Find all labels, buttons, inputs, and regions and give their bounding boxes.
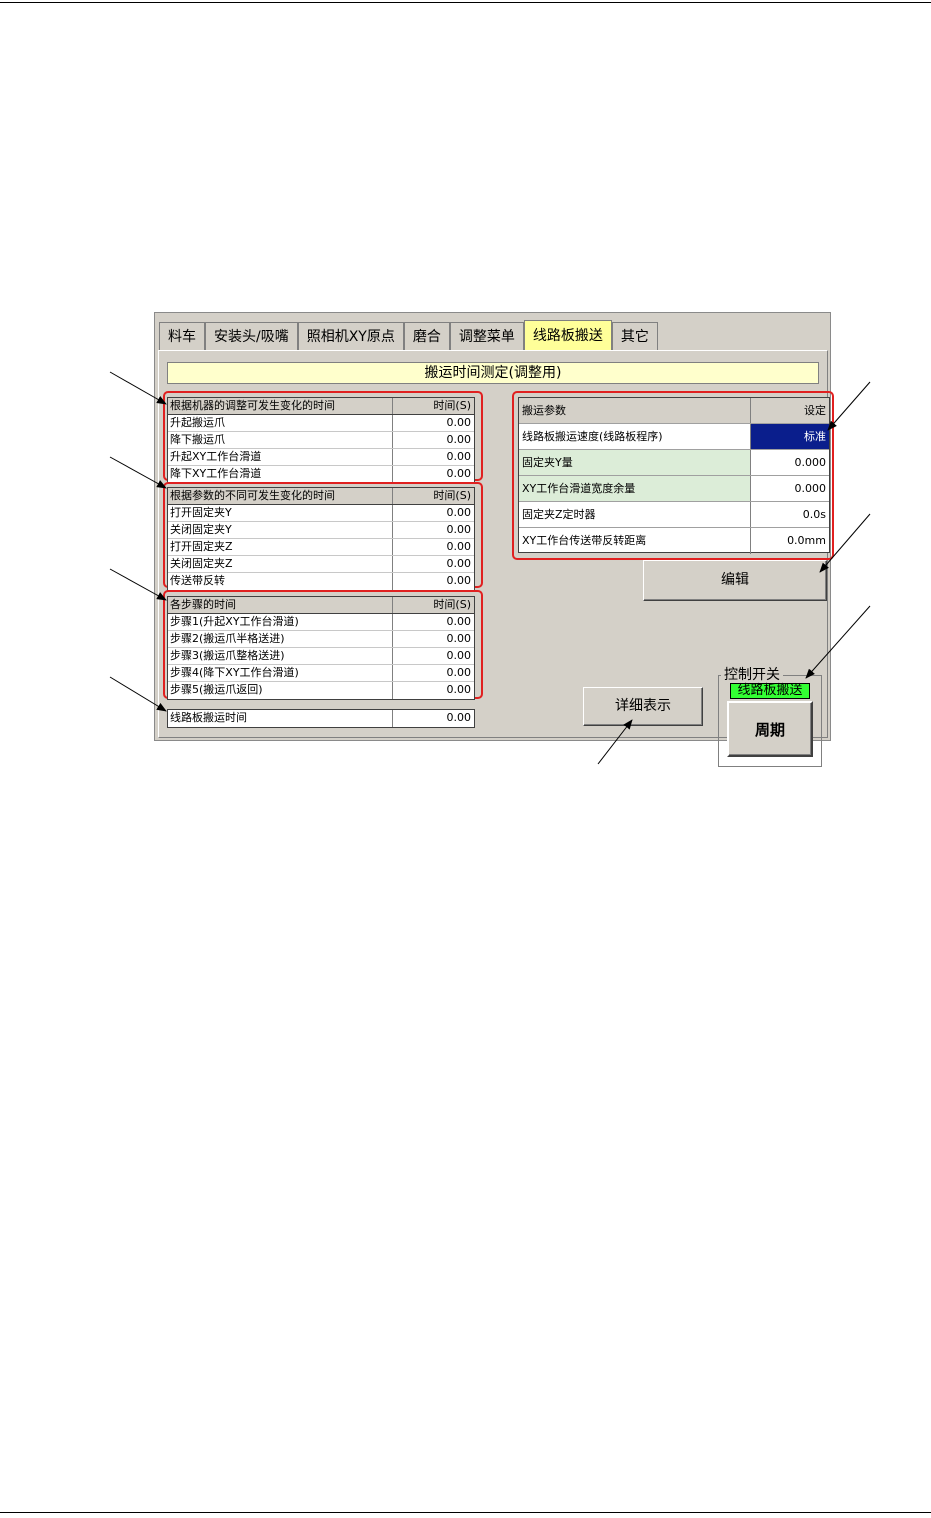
callout-arrow (109, 676, 167, 712)
callout-arrows (109, 371, 871, 765)
callout-arrow (805, 605, 871, 679)
callout-arrow (109, 568, 167, 601)
callout-arrow (819, 513, 871, 573)
callout-arrow (827, 381, 871, 431)
callout-arrow (597, 719, 633, 765)
callout-arrow (109, 371, 167, 405)
callout-arrow (109, 456, 167, 489)
